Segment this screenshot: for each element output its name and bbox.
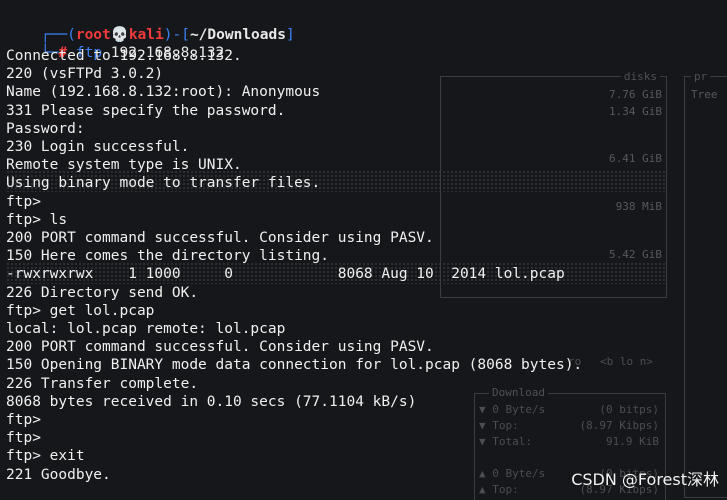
tree-label: Tree bbox=[691, 88, 718, 101]
download-row-value: (8.97 Kibps) bbox=[579, 419, 659, 432]
download-row-value: (0 bitps) bbox=[599, 403, 659, 416]
disk-value: 7.76 GiB bbox=[609, 88, 662, 101]
terminal-output: Connected to 192.168.8.132. 220 (vsFTPd 3… bbox=[6, 47, 582, 484]
terminal-line: 331 Please specify the password. bbox=[6, 102, 286, 119]
terminal-line: Connected to 192.168.8.132. bbox=[6, 48, 242, 64]
terminal-line: ftp> ls bbox=[6, 211, 68, 228]
terminal-line: Using binary mode to transfer files. bbox=[6, 175, 321, 192]
terminal-line: 230 Login successful. bbox=[6, 139, 190, 156]
terminal-line: Remote system type is UNIX. bbox=[6, 157, 242, 174]
disk-value: 5.42 GiB bbox=[609, 248, 662, 261]
terminal-line: ftp> bbox=[6, 412, 41, 429]
disk-value: 6.41 GiB bbox=[609, 152, 662, 165]
terminal-line: 226 Transfer complete. bbox=[6, 375, 199, 392]
terminal-line: 150 Opening BINARY mode data connection … bbox=[6, 357, 583, 374]
disk-value: 938 MiB bbox=[615, 200, 662, 213]
terminal-line: Name (192.168.8.132:root): Anonymous bbox=[6, 84, 321, 101]
download-row-value: 91.9 KiB bbox=[606, 435, 659, 448]
terminal-line: 150 Here comes the directory listing. bbox=[6, 248, 330, 265]
terminal-line: -rwxrwxrwx 1 1000 0 8068 Aug 10 2014 lol… bbox=[6, 266, 565, 283]
terminal-line: 220 (vsFTPd 3.0.2) bbox=[6, 66, 164, 83]
process-pane-title: pr bbox=[691, 69, 711, 85]
csdn-watermark: CSDN @Forest深林 bbox=[571, 470, 719, 489]
terminal-line: 200 PORT command successful. Consider us… bbox=[6, 230, 434, 247]
terminal-line: ftp> get lol.pcap bbox=[6, 302, 155, 319]
upload-row-label: ▲ Top: bbox=[479, 483, 519, 496]
terminal-line: ftp> bbox=[6, 430, 41, 447]
terminal-line: 8068 bytes received in 0.10 secs (77.110… bbox=[6, 393, 417, 410]
process-pane: pr Tree bbox=[684, 69, 727, 498]
disks-pane-title: disks bbox=[620, 69, 660, 85]
terminal-line: ftp> bbox=[6, 193, 41, 210]
terminal-line: 226 Directory send OK. bbox=[6, 284, 199, 301]
nav-hint: <b lo n> bbox=[600, 355, 653, 368]
terminal-line: 221 Goodbye. bbox=[6, 466, 111, 483]
terminal-line: Password: bbox=[6, 120, 85, 137]
disk-value: 1.34 GiB bbox=[609, 105, 662, 118]
terminal-line: 200 PORT command successful. Consider us… bbox=[6, 339, 434, 356]
terminal-line: local: lol.pcap remote: lol.pcap bbox=[6, 321, 286, 338]
prompt-bracket-close: ] bbox=[285, 27, 295, 43]
terminal-window[interactable]: disks 7.76 GiB 1.34 GiB 6.41 GiB 938 MiB… bbox=[0, 0, 727, 500]
terminal-line: ftp> exit bbox=[6, 448, 85, 465]
